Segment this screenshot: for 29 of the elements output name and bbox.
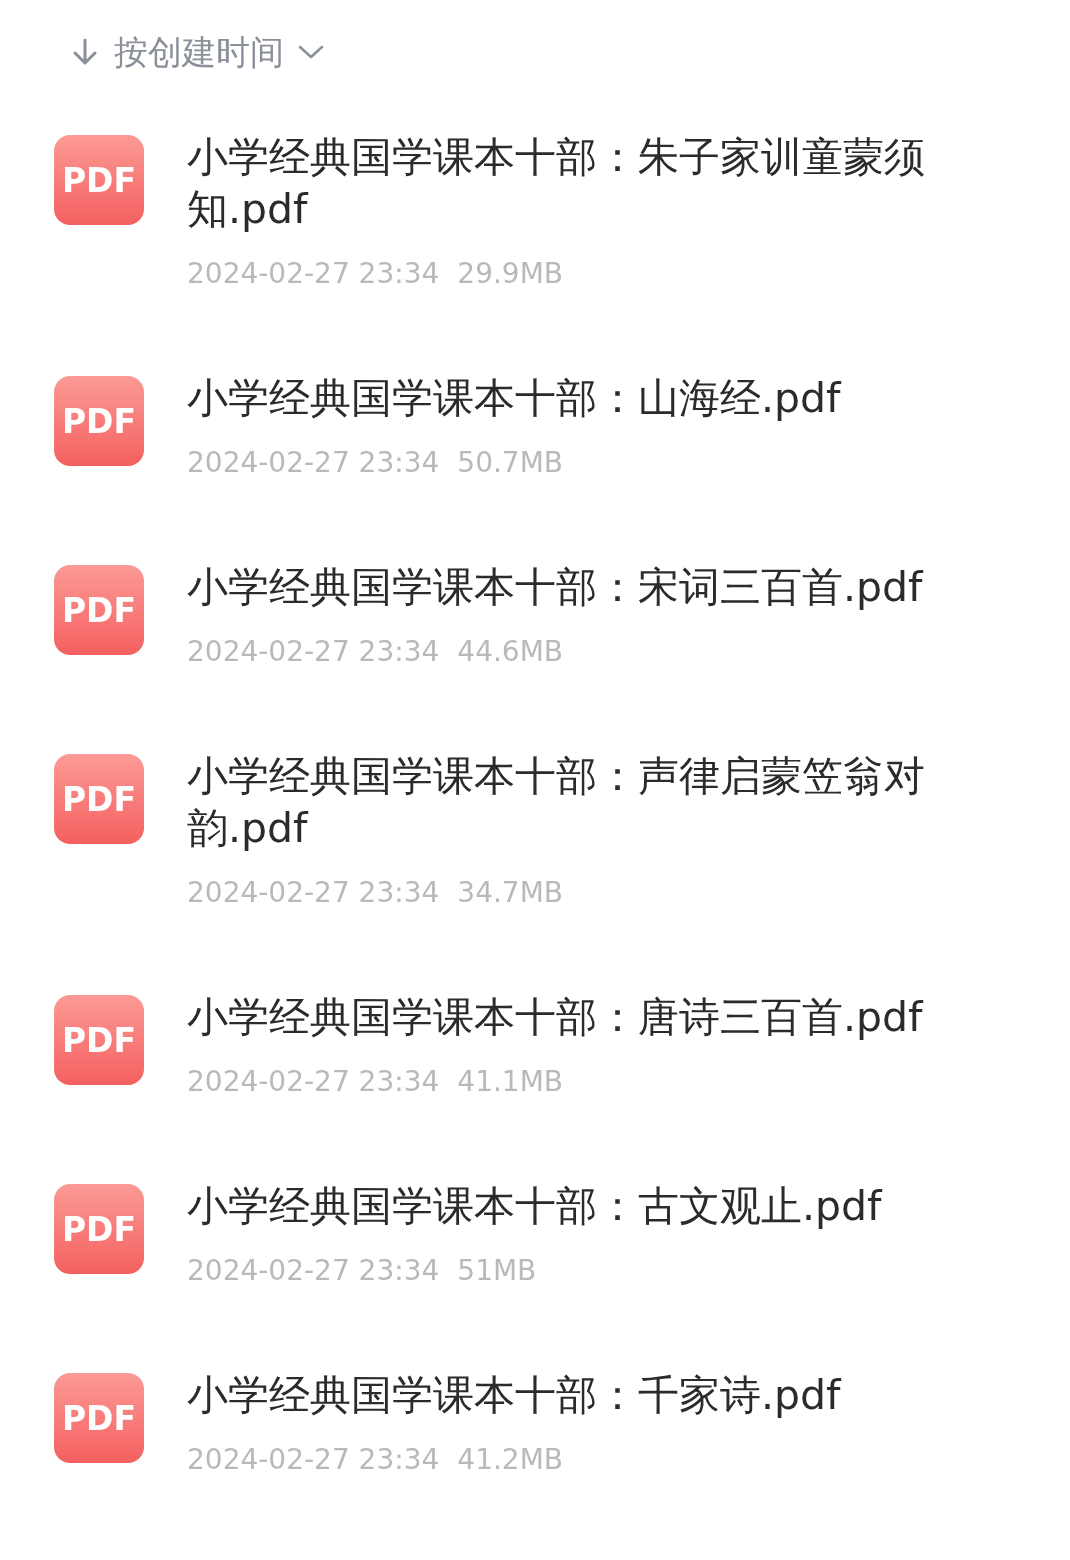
- file-name[interactable]: 小学经典国学课本十部：宋词三百首.pdf: [187, 561, 967, 613]
- file-size: 29.9MB: [457, 256, 564, 292]
- file-size: 41.1MB: [457, 1064, 564, 1100]
- pdf-file-icon: PDF: [54, 565, 144, 655]
- file-date: 2024-02-27 23:34: [187, 1253, 440, 1289]
- file-size: 34.7MB: [457, 875, 564, 911]
- file-name[interactable]: 小学经典国学课本十部：声律启蒙笠翁对韵.pdf: [187, 750, 967, 854]
- file-size: 41.2MB: [457, 1442, 564, 1478]
- file-size: 44.6MB: [457, 634, 564, 670]
- file-date: 2024-02-27 23:34: [187, 1442, 440, 1478]
- pdf-file-icon: PDF: [54, 754, 144, 844]
- file-size: 50.7MB: [457, 445, 564, 481]
- file-name[interactable]: 小学经典国学课本十部：千家诗.pdf: [187, 1369, 967, 1421]
- file-date: 2024-02-27 23:34: [187, 445, 440, 481]
- file-date: 2024-02-27 23:34: [187, 1064, 440, 1100]
- file-name[interactable]: 小学经典国学课本十部：古文观止.pdf: [187, 1180, 967, 1232]
- file-date: 2024-02-27 23:34: [187, 256, 440, 292]
- file-name[interactable]: 小学经典国学课本十部：朱子家训童蒙须知.pdf: [187, 131, 967, 235]
- file-date: 2024-02-27 23:34: [187, 634, 440, 670]
- chevron-down-icon: [298, 44, 324, 60]
- file-date: 2024-02-27 23:34: [187, 875, 440, 911]
- pdf-file-icon: PDF: [54, 376, 144, 466]
- pdf-file-icon: PDF: [54, 1184, 144, 1274]
- pdf-file-icon: PDF: [54, 135, 144, 225]
- file-name[interactable]: 小学经典国学课本十部：山海经.pdf: [187, 372, 967, 424]
- pdf-file-icon: PDF: [54, 1373, 144, 1463]
- file-size: 51MB: [457, 1253, 537, 1289]
- pdf-file-icon: PDF: [54, 995, 144, 1085]
- file-name[interactable]: 小学经典国学课本十部：唐诗三百首.pdf: [187, 991, 967, 1043]
